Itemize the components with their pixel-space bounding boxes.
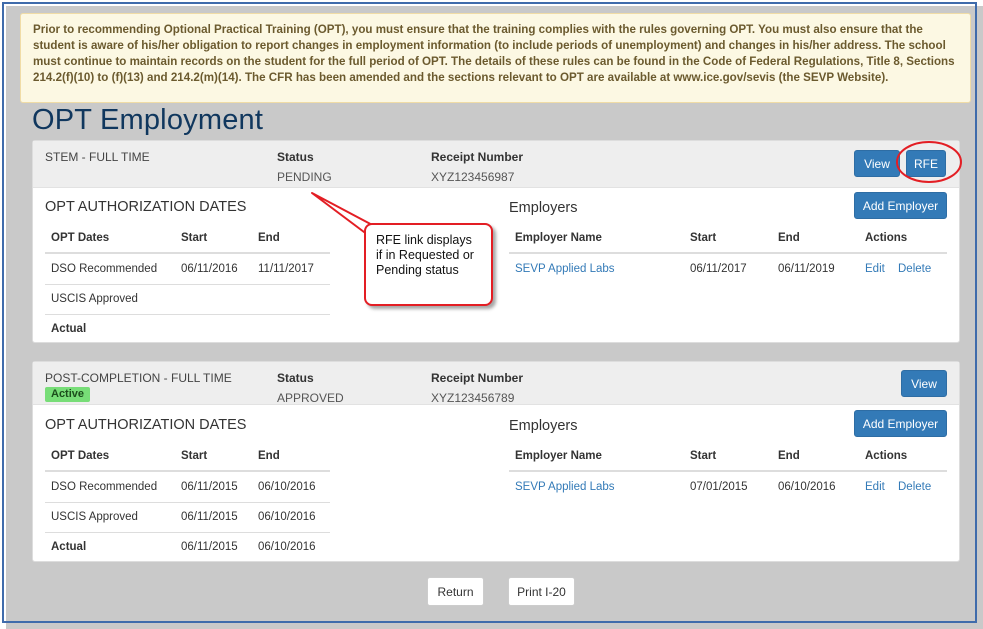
receipt-label: Receipt Number xyxy=(431,371,524,385)
date-row-start: 06/11/2015 xyxy=(181,541,238,553)
employer-end: 06/10/2016 xyxy=(778,481,836,493)
return-button[interactable]: Return xyxy=(427,577,484,606)
add-employer-button[interactable]: Add Employer xyxy=(854,410,947,437)
col-employer-name: Employer Name xyxy=(515,450,602,462)
employers-heading: Employers xyxy=(509,200,578,216)
receipt-value: XYZ123456789 xyxy=(431,391,515,405)
col-opt-dates: OPT Dates xyxy=(51,232,110,244)
date-row-start: 06/11/2015 xyxy=(181,481,238,493)
opt-notice: Prior to recommending Optional Practical… xyxy=(20,13,971,103)
delete-link[interactable]: Delete xyxy=(898,263,931,275)
col-end: End xyxy=(258,232,280,244)
date-row-end: 11/11/2017 xyxy=(258,263,314,275)
col-actions: Actions xyxy=(865,450,908,462)
employer-start: 06/11/2017 xyxy=(690,263,747,275)
rfe-button[interactable]: RFE xyxy=(906,150,946,177)
rfe-annotation-callout: RFE link displays if in Requested or Pen… xyxy=(364,223,493,306)
date-row-label: DSO Recommended xyxy=(51,481,158,493)
panel-header: STEM - FULL TIME Status PENDING Receipt … xyxy=(33,141,959,188)
status-label: Status xyxy=(277,150,314,164)
auth-dates-heading: OPT AUTHORIZATION DATES xyxy=(45,199,247,215)
col-actions: Actions xyxy=(865,232,908,244)
add-employer-button[interactable]: Add Employer xyxy=(854,192,947,219)
view-button[interactable]: View xyxy=(854,150,900,177)
opt-panel-stem: STEM - FULL TIME Status PENDING Receipt … xyxy=(32,140,960,343)
panel-header: POST-COMPLETION - FULL TIME Active Statu… xyxy=(33,362,959,405)
opt-type: STEM - FULL TIME xyxy=(45,150,150,164)
page-title: OPT Employment xyxy=(32,104,264,136)
view-button[interactable]: View xyxy=(901,370,947,397)
status-value: PENDING xyxy=(277,170,332,184)
opt-type: POST-COMPLETION - FULL TIME xyxy=(45,371,232,385)
employer-end: 06/11/2019 xyxy=(778,263,835,275)
print-i20-button[interactable]: Print I-20 xyxy=(508,577,575,606)
employers-heading: Employers xyxy=(509,418,578,434)
receipt-value: XYZ123456987 xyxy=(431,170,515,184)
status-badge: Active xyxy=(45,387,91,402)
table-divider xyxy=(45,470,330,472)
date-row-end: 06/10/2016 xyxy=(258,541,316,553)
date-row-label: USCIS Approved xyxy=(51,293,138,305)
date-row-label: DSO Recommended xyxy=(51,263,158,275)
row-divider xyxy=(45,284,330,285)
date-row-end: 06/10/2016 xyxy=(258,511,316,523)
col-employer-name: Employer Name xyxy=(515,232,602,244)
col-end: End xyxy=(778,232,800,244)
employer-name-link[interactable]: SEVP Applied Labs xyxy=(515,481,615,493)
receipt-label: Receipt Number xyxy=(431,150,524,164)
date-row-start: 06/11/2015 xyxy=(181,511,238,523)
edit-link[interactable]: Edit xyxy=(865,263,885,275)
delete-link[interactable]: Delete xyxy=(898,481,931,493)
col-start: Start xyxy=(690,450,717,462)
status-label: Status xyxy=(277,371,314,385)
opt-notice-text: Prior to recommending Optional Practical… xyxy=(33,23,955,84)
row-divider xyxy=(45,532,330,533)
rfe-annotation-text: RFE link displays if in Requested or Pen… xyxy=(376,233,474,277)
table-divider xyxy=(45,252,330,254)
row-divider xyxy=(45,502,330,503)
col-opt-dates: OPT Dates xyxy=(51,450,110,462)
employer-start: 07/01/2015 xyxy=(690,481,748,493)
col-start: Start xyxy=(690,232,717,244)
employer-name-link[interactable]: SEVP Applied Labs xyxy=(515,263,615,275)
table-divider xyxy=(509,252,947,254)
col-start: Start xyxy=(181,232,208,244)
date-row-start: 06/11/2016 xyxy=(181,263,238,275)
col-end: End xyxy=(258,450,280,462)
edit-link[interactable]: Edit xyxy=(865,481,885,493)
date-row-end: 06/10/2016 xyxy=(258,481,316,493)
opt-panel-post-completion: POST-COMPLETION - FULL TIME Active Statu… xyxy=(32,361,960,562)
date-row-label: Actual xyxy=(51,323,87,335)
table-divider xyxy=(509,470,947,472)
col-start: Start xyxy=(181,450,208,462)
row-divider xyxy=(45,314,330,315)
auth-dates-heading: OPT AUTHORIZATION DATES xyxy=(45,417,247,433)
col-end: End xyxy=(778,450,800,462)
status-value: APPROVED xyxy=(277,391,344,405)
date-row-label: Actual xyxy=(51,541,87,553)
date-row-label: USCIS Approved xyxy=(51,511,138,523)
